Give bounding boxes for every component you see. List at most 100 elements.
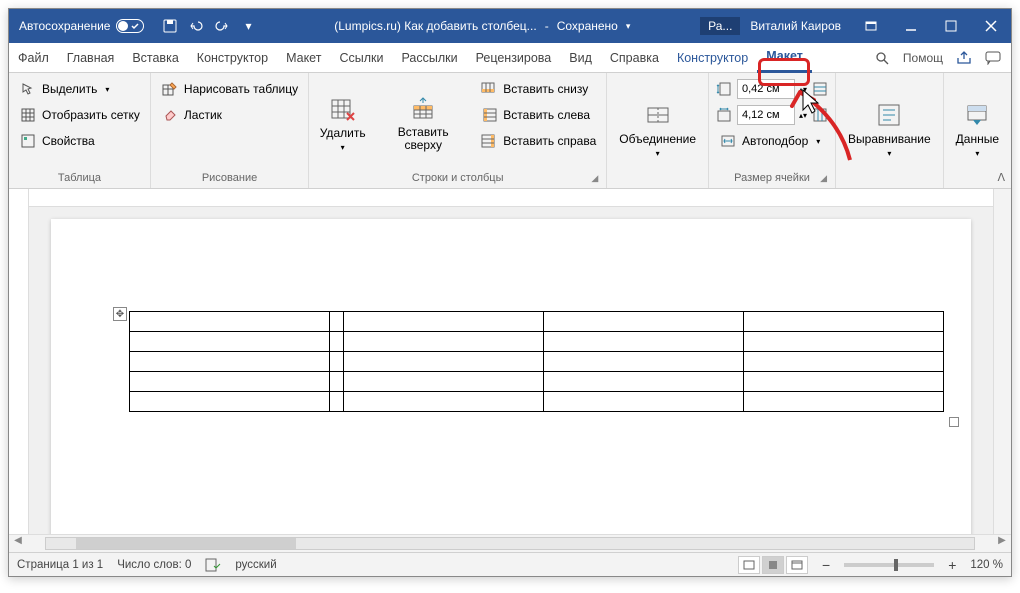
table-row xyxy=(130,312,944,332)
statusbar: Страница 1 из 1 Число слов: 0 русский − … xyxy=(9,552,1011,576)
eraser-icon xyxy=(161,106,179,124)
tab-table-design[interactable]: Конструктор xyxy=(668,43,757,73)
autofit-button[interactable]: Автоподбор▾ xyxy=(715,129,829,153)
document-title: (Lumpics.ru) Как добавить столбец... - С… xyxy=(264,19,700,33)
vertical-ruler[interactable] xyxy=(9,189,29,534)
spellcheck-icon[interactable] xyxy=(205,558,221,572)
distribute-cols-icon[interactable] xyxy=(811,106,829,124)
autofit-icon xyxy=(719,132,737,150)
tab-help[interactable]: Справка xyxy=(601,43,668,73)
page-indicator[interactable]: Страница 1 из 1 xyxy=(17,559,103,571)
qat-dropdown-icon[interactable]: ▾ xyxy=(240,18,256,34)
tab-review[interactable]: Рецензирова xyxy=(467,43,561,73)
col-width-input[interactable]: 4,12 см xyxy=(737,105,795,125)
table-row xyxy=(130,352,944,372)
saved-status: Сохранено xyxy=(557,19,618,33)
tab-references[interactable]: Ссылки xyxy=(330,43,392,73)
group-align-label xyxy=(842,182,937,186)
tab-design[interactable]: Конструктор xyxy=(188,43,277,73)
help-label[interactable]: Помощ xyxy=(903,51,943,65)
data-icon xyxy=(963,101,991,129)
user-name[interactable]: Виталий Каиров xyxy=(740,19,851,33)
minimize-icon[interactable] xyxy=(891,9,931,43)
delete-table-icon xyxy=(329,95,357,123)
group-draw-label: Рисование xyxy=(157,170,302,186)
dialog-launcher-icon[interactable]: ◢ xyxy=(591,173,598,184)
document-scroll[interactable]: ✥ xyxy=(29,189,993,534)
zoom-slider[interactable] xyxy=(844,563,934,567)
properties-button[interactable]: Свойства xyxy=(15,129,144,153)
distribute-rows-icon[interactable] xyxy=(811,80,829,98)
group-alignment: Выравнивание▾ xyxy=(836,73,944,188)
collapse-ribbon-icon[interactable]: ᐱ xyxy=(997,171,1005,184)
gridlines-button[interactable]: Отобразить сетку xyxy=(15,103,144,127)
horizontal-scrollbar[interactable]: ◀ ▶ xyxy=(9,534,1011,552)
autosave-toggle[interactable] xyxy=(116,19,144,33)
language-indicator[interactable]: русский xyxy=(235,559,276,571)
zoom-out-icon[interactable]: − xyxy=(822,557,830,573)
table-row xyxy=(130,392,944,412)
tab-file[interactable]: Файл xyxy=(9,43,58,73)
view-print-icon[interactable] xyxy=(762,556,784,574)
save-icon[interactable] xyxy=(162,18,178,34)
account-badge[interactable]: Ра... xyxy=(700,17,740,35)
table-resize-handle[interactable] xyxy=(949,417,959,427)
align-icon xyxy=(875,101,903,129)
vertical-scrollbar[interactable] xyxy=(993,189,1011,534)
ribbon-tabs: Файл Главная Вставка Конструктор Макет С… xyxy=(9,43,1011,73)
view-focus-icon[interactable] xyxy=(738,556,760,574)
grid-icon xyxy=(19,106,37,124)
merge-button[interactable]: Объединение▾ xyxy=(613,77,702,182)
tab-table-layout[interactable]: Макет xyxy=(757,43,812,73)
ribbon-display-icon[interactable] xyxy=(851,9,891,43)
titlebar: Автосохранение ▾ (Lumpics.ru) Как добави… xyxy=(9,9,1011,43)
insert-below-button[interactable]: Вставить снизу xyxy=(476,77,600,101)
zoom-level[interactable]: 120 % xyxy=(970,559,1003,571)
table-row xyxy=(130,372,944,392)
group-merge-label xyxy=(613,182,702,186)
group-merge: Объединение▾ xyxy=(607,73,709,188)
doc-title-text: (Lumpics.ru) Как добавить столбец... xyxy=(334,19,536,33)
tab-insert[interactable]: Вставка xyxy=(123,43,187,73)
maximize-icon[interactable] xyxy=(931,9,971,43)
tab-layout[interactable]: Макет xyxy=(277,43,330,73)
select-button[interactable]: Выделить▾ xyxy=(15,77,144,101)
autosave-label: Автосохранение xyxy=(19,19,110,33)
table-move-handle[interactable]: ✥ xyxy=(113,307,127,321)
scrollbar-thumb[interactable] xyxy=(76,538,296,549)
draw-table-button[interactable]: Нарисовать таблицу xyxy=(157,77,302,101)
insert-left-button[interactable]: Вставить слева xyxy=(476,103,600,127)
close-icon[interactable] xyxy=(971,9,1011,43)
insert-left-icon xyxy=(480,106,498,124)
view-web-icon[interactable] xyxy=(786,556,808,574)
horizontal-ruler[interactable] xyxy=(29,189,993,207)
share-icon[interactable] xyxy=(955,49,973,67)
insert-right-button[interactable]: Вставить справа xyxy=(476,129,600,153)
zoom-in-icon[interactable]: + xyxy=(948,557,956,573)
eraser-button[interactable]: Ластик xyxy=(157,103,302,127)
alignment-button[interactable]: Выравнивание▾ xyxy=(842,77,937,182)
col-width-icon xyxy=(715,106,733,124)
comments-icon[interactable] xyxy=(985,51,1001,65)
ribbon: Выделить▾ Отобразить сетку Свойства Табл… xyxy=(9,73,1011,189)
data-button[interactable]: Данные▾ xyxy=(950,77,1005,182)
document-table[interactable] xyxy=(129,311,944,412)
group-table: Выделить▾ Отобразить сетку Свойства Табл… xyxy=(9,73,151,188)
undo-icon[interactable] xyxy=(188,18,204,34)
insert-above-button[interactable]: Вставить сверху xyxy=(374,77,472,170)
word-count[interactable]: Число слов: 0 xyxy=(117,559,191,571)
row-height-input[interactable]: 0,42 см xyxy=(737,79,795,99)
group-table-label: Таблица xyxy=(15,170,144,186)
redo-icon[interactable] xyxy=(214,18,230,34)
tab-mailings[interactable]: Рассылки xyxy=(392,43,466,73)
group-draw: Нарисовать таблицу Ластик Рисование xyxy=(151,73,309,188)
properties-icon xyxy=(19,132,37,150)
page[interactable]: ✥ xyxy=(51,219,971,534)
insert-right-icon xyxy=(480,132,498,150)
tab-view[interactable]: Вид xyxy=(560,43,601,73)
insert-above-icon xyxy=(409,95,437,123)
dialog-launcher-icon[interactable]: ◢ xyxy=(820,173,827,184)
tab-home[interactable]: Главная xyxy=(58,43,124,73)
delete-button[interactable]: Удалить▾ xyxy=(315,77,370,170)
search-icon[interactable] xyxy=(873,49,891,67)
